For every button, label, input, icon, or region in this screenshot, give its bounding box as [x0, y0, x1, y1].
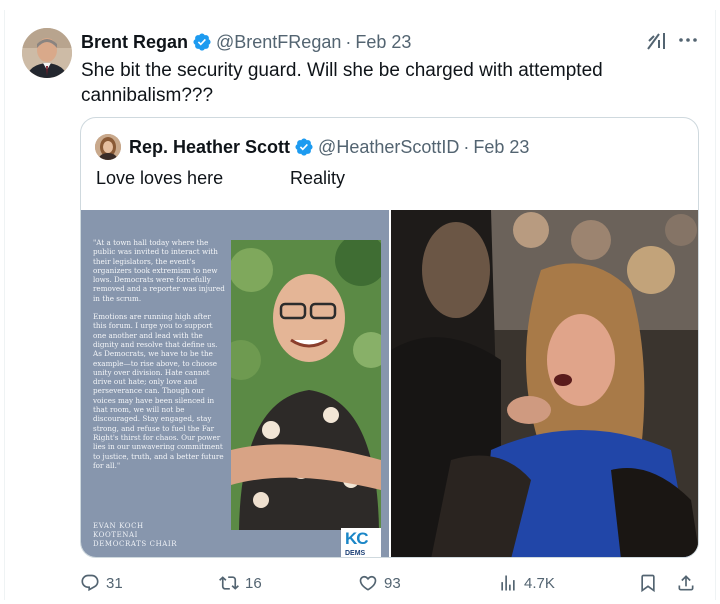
signature-line: KOOTENAI [93, 531, 139, 539]
share-button[interactable] [676, 570, 702, 596]
like-count: 93 [384, 574, 401, 592]
view-count: 4.7K [524, 574, 555, 592]
logo-subtext: DEMS [345, 550, 366, 557]
author-avatar[interactable] [22, 28, 72, 78]
bookmark-icon [641, 574, 655, 593]
reply-icon [81, 574, 99, 592]
quoted-media[interactable]: "At a town hall today where the public w… [81, 210, 698, 557]
like-icon [359, 575, 377, 591]
more-icon[interactable] [676, 28, 700, 52]
quoted-tweet-header: Rep. Heather Scott @HeatherScottID · Feb… [129, 135, 529, 159]
signature-line: EVAN KOCH [93, 522, 144, 530]
bookmark-button[interactable] [638, 570, 664, 596]
tweet-header: Brent Regan @BrentFRegan · Feb 23 [81, 30, 411, 54]
crowd-photo[interactable] [391, 210, 698, 557]
author-handle[interactable]: @BrentFRegan [216, 32, 341, 53]
quoted-text-right: Reality [290, 168, 346, 188]
author-name[interactable]: Brent Regan [81, 32, 188, 53]
views-button[interactable]: 4.7K [498, 570, 555, 596]
retweet-icon [219, 576, 239, 590]
tweet-date[interactable]: Feb 23 [355, 32, 411, 53]
statement-text: "At a town hall today where the public w… [93, 238, 225, 479]
retweet-button[interactable]: 16 [219, 570, 262, 596]
grok-icon[interactable] [645, 30, 667, 52]
statement-paragraph: "At a town hall today where the public w… [93, 238, 225, 303]
statement-signature: EVAN KOCH KOOTENAI DEMOCRATS CHAIR [93, 522, 223, 549]
action-bar: 31 16 93 4.7K [80, 570, 700, 596]
tweet-text: She bit the security guard. Will she be … [81, 60, 603, 106]
separator-dot: · [463, 136, 470, 157]
verified-badge-icon [193, 33, 211, 51]
retweet-count: 16 [245, 574, 262, 592]
logo-text: KC [345, 529, 369, 548]
reply-button[interactable]: 31 [80, 570, 123, 596]
share-icon [678, 575, 694, 591]
separator-dot: · [345, 31, 352, 52]
statement-paragraph: Emotions are running high after this for… [93, 312, 224, 470]
signature-line: DEMOCRATS CHAIR [93, 540, 178, 548]
quoted-author-avatar[interactable] [95, 134, 121, 160]
quoted-tweet-date[interactable]: Feb 23 [473, 137, 529, 158]
statement-image[interactable]: "At a town hall today where the public w… [81, 210, 389, 557]
like-button[interactable]: 93 [358, 570, 401, 596]
kc-dems-logo: KC DEMS [341, 528, 381, 557]
portrait-photo [231, 240, 381, 530]
views-icon [501, 575, 515, 591]
quoted-author-name[interactable]: Rep. Heather Scott [129, 137, 290, 158]
quoted-author-handle[interactable]: @HeatherScottID [318, 137, 459, 158]
verified-badge-icon [295, 138, 313, 156]
reply-count: 31 [106, 574, 123, 592]
quoted-tweet[interactable]: Rep. Heather Scott @HeatherScottID · Feb… [80, 117, 699, 558]
quoted-text-left: Love loves here [96, 168, 224, 188]
